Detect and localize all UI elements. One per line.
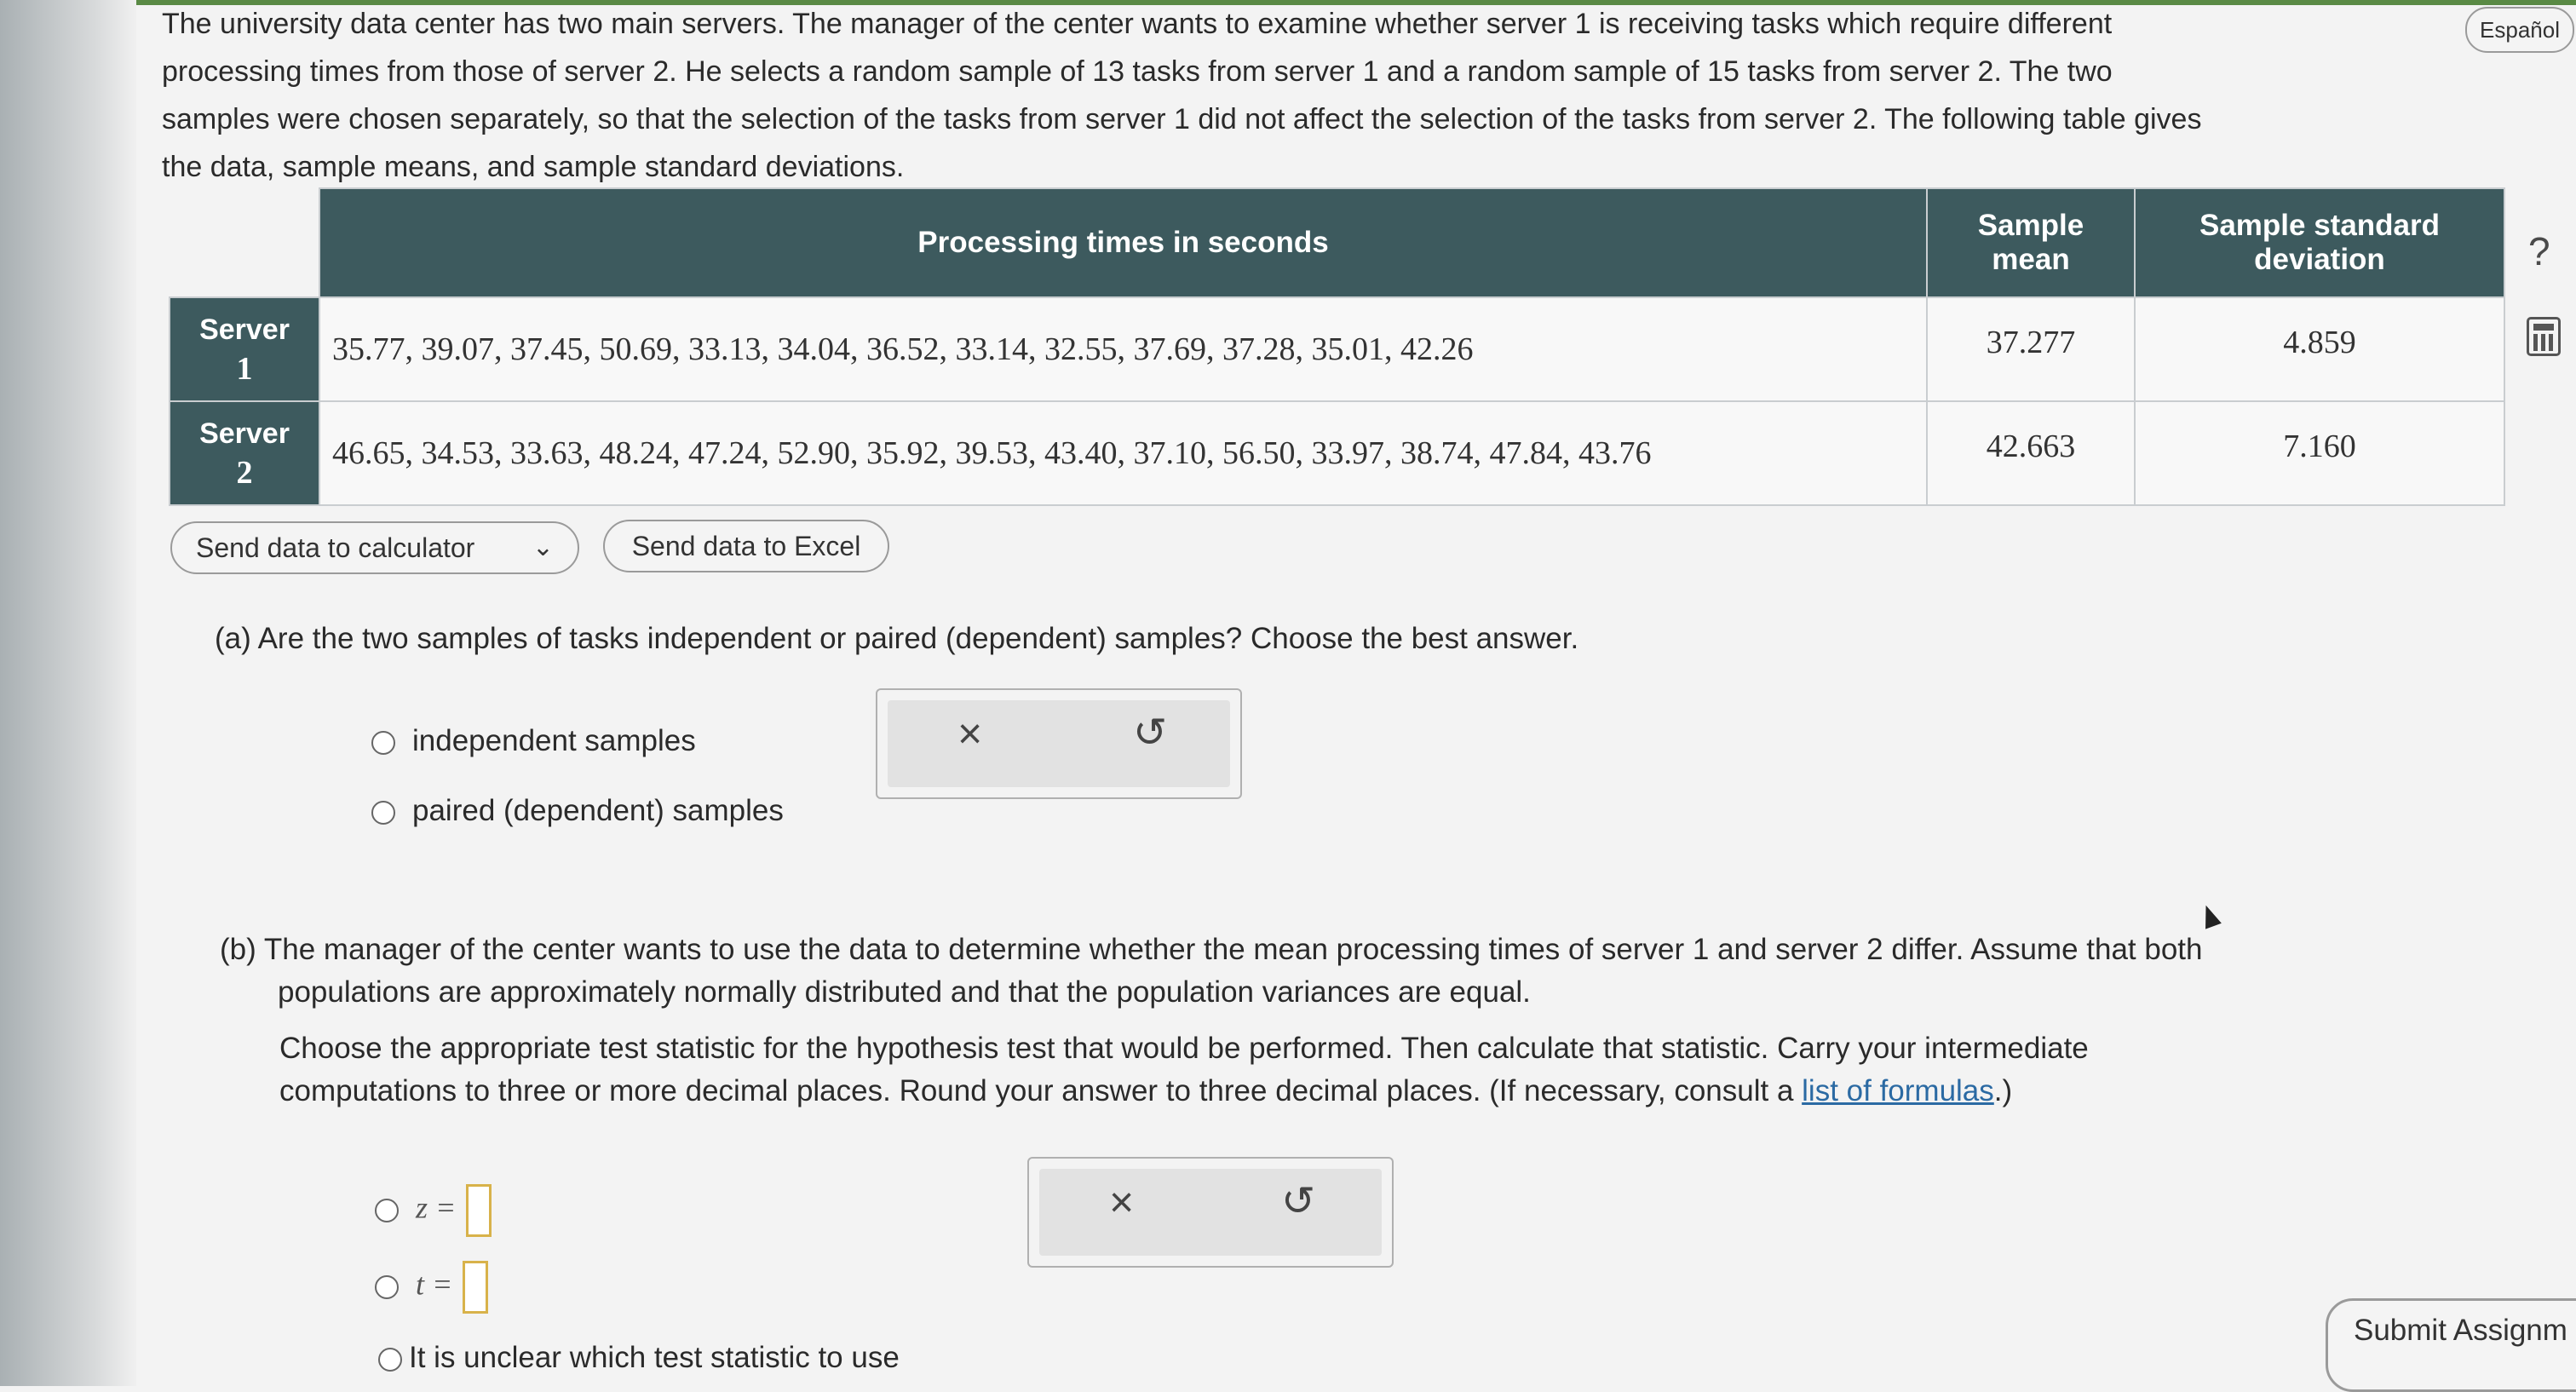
calculator-icon[interactable] — [2527, 317, 2561, 356]
option-unclear[interactable]: It is unclear which test statistic to us… — [378, 1341, 900, 1375]
server-2-values: 46.65, 34.53, 33.63, 48.24, 47.24, 52.90… — [319, 400, 1928, 506]
t-answer-input[interactable] — [463, 1261, 489, 1314]
radio-button[interactable] — [378, 1347, 402, 1372]
part-b-instructions: Choose the appropriate test statistic fo… — [279, 1027, 2324, 1113]
instruction-line: Choose the appropriate test statistic fo… — [279, 1032, 2089, 1065]
server-2-sd: 7.160 — [2134, 400, 2505, 506]
row-label-server-1: Server 1 — [169, 296, 320, 402]
server-1-mean: 37.277 — [1926, 296, 2136, 402]
server-1-sd: 4.859 — [2134, 296, 2505, 402]
z-answer-input[interactable] — [466, 1184, 492, 1237]
intro-line: the data, sample means, and sample stand… — [162, 151, 905, 183]
z-label: z = — [416, 1190, 457, 1225]
answer-tools-a: × ↺ — [876, 688, 1242, 799]
problem-intro: The university data center has two main … — [162, 0, 2445, 191]
option-paired[interactable]: paired (dependent) samples — [371, 794, 784, 828]
submit-assignment-button[interactable]: Submit Assignm — [2326, 1298, 2576, 1392]
part-b-text: populations are approximately normally d… — [278, 975, 1531, 1009]
answer-tools-b: × ↺ — [1027, 1157, 1394, 1268]
table-row: Server 1 35.77, 39.07, 37.45, 50.69, 33.1… — [169, 296, 2505, 402]
option-label: It is unclear which test statistic to us… — [409, 1341, 900, 1374]
send-to-calculator-label: Send data to calculator — [196, 532, 475, 563]
option-t-statistic[interactable]: t = — [375, 1261, 489, 1314]
formulas-link[interactable]: list of formulas — [1802, 1074, 1994, 1107]
server-1-values: 35.77, 39.07, 37.45, 50.69, 33.13, 34.04… — [319, 296, 1928, 402]
part-b-text: The manager of the center wants to use t… — [263, 933, 2203, 966]
send-to-excel-button[interactable]: Send data to Excel — [603, 520, 889, 572]
table-corner — [170, 188, 319, 297]
part-b-label: (b) — [220, 933, 256, 966]
tools-background — [888, 700, 1230, 787]
header-processing: Processing times in seconds — [319, 187, 1928, 298]
clear-icon[interactable]: × — [1109, 1177, 1134, 1227]
clear-icon[interactable]: × — [957, 709, 982, 758]
radio-button[interactable] — [375, 1275, 399, 1299]
option-z-statistic[interactable]: z = — [375, 1184, 492, 1237]
undo-icon[interactable]: ↺ — [1133, 709, 1167, 756]
question-mark-icon[interactable]: ? — [2528, 228, 2550, 274]
part-a-question: (a) Are the two samples of tasks indepen… — [215, 622, 1579, 655]
header-sample-mean: Sample mean — [1926, 187, 2136, 298]
part-b-question: (b) The manager of the center wants to u… — [220, 929, 2392, 1014]
chevron-down-icon[interactable]: ⌄ — [532, 523, 554, 572]
option-label: independent samples — [412, 724, 696, 757]
intro-line: The university data center has two main … — [162, 8, 2113, 40]
mouse-cursor — [2198, 902, 2222, 929]
undo-icon[interactable]: ↺ — [1281, 1177, 1315, 1225]
instruction-line: computations to three or more decimal pl… — [279, 1074, 2013, 1107]
send-to-calculator-button[interactable]: Send data to calculator ⌄ — [170, 521, 579, 574]
t-label: t = — [416, 1267, 453, 1302]
radio-button[interactable] — [375, 1199, 399, 1222]
table-row: Server 2 46.65, 34.53, 33.63, 48.24, 47.2… — [169, 400, 2505, 506]
server-2-mean: 42.663 — [1926, 400, 2136, 506]
language-toggle-button[interactable]: Español — [2465, 7, 2574, 53]
radio-button[interactable] — [371, 730, 395, 755]
radio-button[interactable] — [371, 800, 395, 825]
intro-line: processing times from those of server 2.… — [162, 55, 2113, 88]
left-background — [0, 0, 136, 1386]
data-table: Processing times in seconds Sample mean S… — [169, 187, 2505, 506]
option-label: paired (dependent) samples — [412, 794, 784, 827]
tools-background — [1039, 1169, 1382, 1256]
header-sample-sd: Sample standard deviation — [2134, 187, 2505, 298]
row-label-server-2: Server 2 — [169, 400, 320, 506]
option-independent[interactable]: independent samples — [371, 724, 696, 758]
intro-line: samples were chosen separately, so that … — [162, 103, 2202, 135]
